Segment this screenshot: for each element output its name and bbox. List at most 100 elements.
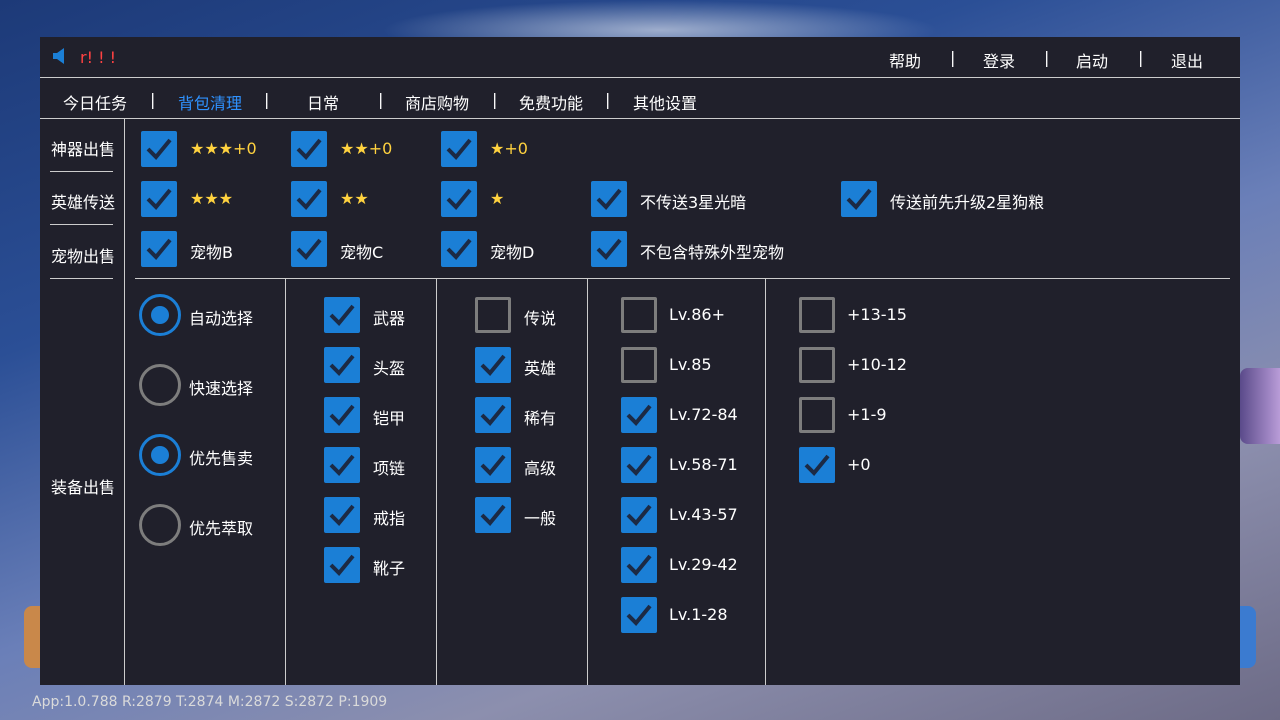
divider (50, 171, 113, 172)
tab-separator: | (150, 90, 156, 109)
tab-daily-tasks[interactable]: 今日任务 (63, 90, 127, 114)
equip-type-3-label: 项链 (373, 459, 406, 478)
hero-transfer-4-checkbox[interactable] (841, 181, 877, 217)
equip-mode-0-radio[interactable] (139, 294, 181, 336)
equip-enhance-2-label: +1-9 (847, 405, 887, 424)
equip-type-1-label: 头盔 (373, 359, 406, 378)
column-divider (587, 279, 588, 685)
equip-rarity-0-checkbox[interactable] (475, 297, 511, 333)
top-bar: r! ! ! 帮助 | 登录 | 启动 | 退出 (40, 37, 1240, 78)
sidebar-label-pet-sell: 宠物出售 (51, 247, 116, 266)
pet-sell-0-label: 宠物B (190, 243, 233, 262)
equip-level-3-label: Lv.58-71 (669, 455, 738, 474)
equip-enhance-1-label: +10-12 (847, 355, 907, 374)
equip-level-1-checkbox[interactable] (621, 347, 657, 383)
menu-separator: | (1044, 48, 1050, 67)
equip-level-2-label: Lv.72-84 (669, 405, 738, 424)
pet-sell-3-checkbox[interactable] (591, 231, 627, 267)
column-divider (285, 279, 286, 685)
equip-enhance-0-checkbox[interactable] (799, 297, 835, 333)
menu-separator: | (1138, 48, 1144, 67)
equip-rarity-4-checkbox[interactable] (475, 497, 511, 533)
equip-type-0-label: 武器 (373, 309, 406, 328)
equip-rarity-4-label: 一般 (524, 509, 557, 528)
equip-mode-3-label: 优先萃取 (189, 519, 254, 538)
equip-rarity-2-label: 稀有 (524, 409, 557, 428)
status-footer: App:1.0.788 R:2879 T:2874 M:2872 S:2872 … (32, 694, 388, 710)
equip-type-2-checkbox[interactable] (324, 397, 360, 433)
equip-level-1-label: Lv.85 (669, 355, 712, 374)
artifact-sell-2-checkbox[interactable] (441, 131, 477, 167)
sidebar-label-hero-transfer: 英雄传送 (51, 193, 116, 212)
equip-level-3-checkbox[interactable] (621, 447, 657, 483)
equip-type-5-label: 靴子 (373, 559, 406, 578)
equip-mode-2-radio[interactable] (139, 434, 181, 476)
equip-mode-1-label: 快速选择 (189, 379, 254, 398)
tab-routine[interactable]: 日常 (307, 90, 339, 114)
equip-rarity-1-label: 英雄 (524, 359, 557, 378)
artifact-sell-0-label: ★★★+0 (190, 139, 257, 158)
side-thumbnail (1240, 368, 1280, 444)
login-button[interactable]: 登录 (983, 48, 1015, 72)
equip-rarity-3-checkbox[interactable] (475, 447, 511, 483)
equip-mode-0-label: 自动选择 (189, 309, 254, 328)
alert-text: r! ! ! (80, 48, 116, 67)
tab-separator: | (378, 90, 384, 109)
equip-level-2-checkbox[interactable] (621, 397, 657, 433)
equip-rarity-3-label: 高级 (524, 459, 557, 478)
start-button[interactable]: 启动 (1076, 48, 1108, 72)
equip-type-3-checkbox[interactable] (324, 447, 360, 483)
equip-enhance-3-label: +0 (847, 455, 871, 474)
tab-shop[interactable]: 商店购物 (405, 90, 469, 114)
tab-other-settings[interactable]: 其他设置 (633, 90, 697, 114)
help-button[interactable]: 帮助 (889, 48, 921, 72)
hero-transfer-0-checkbox[interactable] (141, 181, 177, 217)
hero-transfer-0-label: ★★★ (190, 189, 234, 208)
artifact-sell-0-checkbox[interactable] (141, 131, 177, 167)
hero-transfer-1-checkbox[interactable] (291, 181, 327, 217)
equip-level-5-checkbox[interactable] (621, 547, 657, 583)
equip-level-0-label: Lv.86+ (669, 305, 725, 324)
tab-bag-cleanup[interactable]: 背包清理 (178, 90, 242, 114)
column-divider (436, 279, 437, 685)
tab-separator: | (605, 90, 611, 109)
equip-enhance-2-checkbox[interactable] (799, 397, 835, 433)
equip-type-5-checkbox[interactable] (324, 547, 360, 583)
section-divider (135, 278, 1230, 279)
equip-level-0-checkbox[interactable] (621, 297, 657, 333)
artifact-sell-1-label: ★★+0 (340, 139, 393, 158)
equip-enhance-0-label: +13-15 (847, 305, 907, 324)
equip-type-4-checkbox[interactable] (324, 497, 360, 533)
tab-separator: | (492, 90, 498, 109)
pet-sell-1-label: 宠物C (340, 243, 384, 262)
equip-type-4-label: 戒指 (373, 509, 406, 528)
equip-level-6-checkbox[interactable] (621, 597, 657, 633)
equip-level-4-checkbox[interactable] (621, 497, 657, 533)
equip-level-6-label: Lv.1-28 (669, 605, 728, 624)
equip-mode-1-radio[interactable] (139, 364, 181, 406)
sidebar-label-artifact-sell: 神器出售 (51, 140, 116, 159)
equip-rarity-2-checkbox[interactable] (475, 397, 511, 433)
equip-type-2-label: 铠甲 (373, 409, 406, 428)
hero-transfer-2-checkbox[interactable] (441, 181, 477, 217)
equip-enhance-3-checkbox[interactable] (799, 447, 835, 483)
equip-enhance-1-checkbox[interactable] (799, 347, 835, 383)
pet-sell-2-checkbox[interactable] (441, 231, 477, 267)
exit-button[interactable]: 退出 (1171, 48, 1203, 72)
hero-transfer-1-label: ★★ (340, 189, 369, 208)
equip-level-4-label: Lv.43-57 (669, 505, 738, 524)
artifact-sell-1-checkbox[interactable] (291, 131, 327, 167)
hero-transfer-3-label: 不传送3星光暗 (640, 193, 747, 212)
equip-type-0-checkbox[interactable] (324, 297, 360, 333)
equip-mode-3-radio[interactable] (139, 504, 181, 546)
artifact-sell-2-label: ★+0 (490, 139, 528, 158)
tab-separator: | (264, 90, 270, 109)
hero-transfer-3-checkbox[interactable] (591, 181, 627, 217)
equip-type-1-checkbox[interactable] (324, 347, 360, 383)
equip-rarity-1-checkbox[interactable] (475, 347, 511, 383)
divider (50, 278, 113, 279)
pet-sell-1-checkbox[interactable] (291, 231, 327, 267)
tab-free-features[interactable]: 免费功能 (519, 90, 583, 114)
pet-sell-3-label: 不包含特殊外型宠物 (640, 243, 785, 262)
pet-sell-0-checkbox[interactable] (141, 231, 177, 267)
